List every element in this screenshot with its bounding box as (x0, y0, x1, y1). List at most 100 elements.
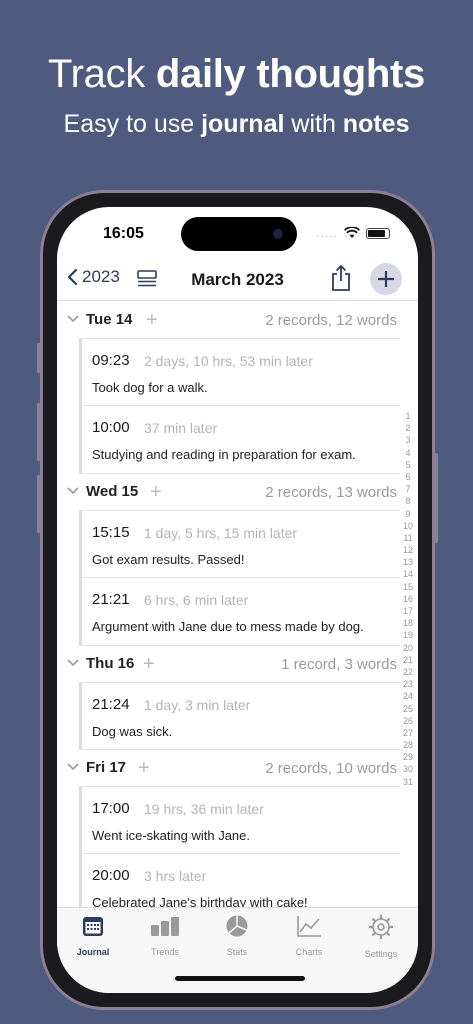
entry-time: 17:00 (92, 800, 130, 817)
index-day-number[interactable]: 22 (399, 666, 417, 678)
day-header[interactable]: Thu 16 +1 record, 3 words (57, 646, 418, 682)
day-summary: 2 records, 13 words (265, 484, 397, 501)
tab-label: Charts (295, 947, 323, 957)
tab-label: Journal (76, 947, 110, 957)
index-day-number[interactable]: 17 (399, 605, 417, 617)
entry-text: Got exam results. Passed! (92, 552, 245, 567)
day-index-bar[interactable]: 1 2 3 4 5 6 7 8 9 10 11 12 13 14 15 16 17 18 19 20 21 22 23 24 2… (399, 410, 417, 788)
home-indicator[interactable] (175, 976, 305, 981)
index-day-number[interactable]: 27 (399, 727, 417, 739)
volume-down-button (37, 475, 41, 533)
entry-text: Celebrated Jane's birthday with cake! (92, 895, 308, 907)
tab-journal[interactable]: Journal (63, 914, 123, 957)
entry-time: 09:23 (92, 352, 130, 369)
promo-subtitle: Easy to use journal with notes (0, 110, 473, 139)
index-day-number[interactable]: 7 (399, 483, 417, 495)
index-day-number[interactable]: 9 (399, 508, 417, 520)
entry-relative-time: 6 hrs, 6 min later (144, 592, 249, 608)
entry-time: 15:15 (92, 524, 130, 541)
entry-row[interactable]: 21:21 6 hrs, 6 min later Argument with Jan… (79, 578, 400, 646)
entry-row[interactable]: 10:00 37 min later Studying and reading in… (79, 406, 400, 474)
promo-sub-mid: with (284, 110, 343, 138)
index-day-number[interactable]: 21 (399, 654, 417, 666)
promo-title-plain: Track (48, 52, 156, 96)
dynamic-island (181, 217, 297, 251)
status-bar: 16:05 ..... (57, 207, 418, 253)
index-day-number[interactable]: 29 (399, 751, 417, 763)
entry-text: Took dog for a walk. (92, 380, 208, 395)
day-header[interactable]: Fri 17 +2 records, 10 words (57, 750, 418, 786)
tab-label: Trends (151, 947, 179, 957)
charts-icon (297, 916, 321, 937)
index-day-number[interactable]: 4 (399, 447, 417, 459)
entry-row[interactable]: 17:00 19 hrs, 36 min later Went ice-skatin… (79, 786, 400, 854)
index-day-number[interactable]: 26 (399, 715, 417, 727)
wifi-icon (344, 227, 360, 238)
index-day-number[interactable]: 8 (399, 495, 417, 507)
index-day-number[interactable]: 23 (399, 678, 417, 690)
camera-icon (273, 229, 283, 239)
tab-charts[interactable]: Charts (279, 914, 339, 957)
index-day-number[interactable]: 19 (399, 629, 417, 641)
entry-relative-time: 1 day, 5 hrs, 15 min later (144, 525, 298, 541)
index-day-number[interactable]: 31 (399, 776, 417, 788)
tab-trends[interactable]: Trends (135, 914, 195, 957)
settings-icon (369, 915, 393, 939)
share-icon[interactable] (330, 264, 352, 292)
status-time: 16:05 (103, 225, 144, 242)
day-summary: 2 records, 12 words (265, 312, 397, 329)
add-day-entry-icon[interactable]: + (150, 482, 162, 502)
tab-bar: Journal Trends Stats Charts Settings (57, 907, 418, 993)
index-day-number[interactable]: 11 (399, 532, 417, 544)
index-day-number[interactable]: 18 (399, 617, 417, 629)
index-day-number[interactable]: 3 (399, 434, 417, 446)
index-day-number[interactable]: 14 (399, 568, 417, 580)
tab-label: Settings (364, 949, 398, 959)
journal-list[interactable]: Tue 14 +2 records, 12 words 09:23 2 days, 1… (57, 302, 418, 907)
add-day-entry-icon[interactable]: + (138, 758, 150, 778)
trends-icon (151, 917, 179, 936)
entry-relative-time: 37 min later (144, 420, 218, 436)
index-day-number[interactable]: 13 (399, 556, 417, 568)
phone-screen: 16:05 ..... 2023 March 2023 Tue 14 + 2 r… (57, 207, 418, 993)
index-day-number[interactable]: 10 (399, 520, 417, 532)
index-day-number[interactable]: 12 (399, 544, 417, 556)
add-entry-button[interactable] (370, 263, 402, 295)
day-header[interactable]: Wed 15 +2 records, 13 words (57, 474, 418, 510)
day-label: Tue 14 (86, 311, 133, 328)
index-day-number[interactable]: 25 (399, 703, 417, 715)
add-day-entry-icon[interactable]: + (143, 654, 155, 674)
tab-label: Stats (226, 947, 248, 957)
chevron-down-icon[interactable] (67, 487, 79, 495)
index-day-number[interactable]: 1 (399, 410, 417, 422)
entry-row[interactable]: 15:15 1 day, 5 hrs, 15 min later Got exam … (79, 510, 400, 578)
tab-settings[interactable]: Settings (351, 914, 411, 959)
day-label: Wed 15 (86, 483, 139, 500)
index-day-number[interactable]: 6 (399, 471, 417, 483)
nav-bar: 2023 March 2023 (57, 259, 418, 301)
add-day-entry-icon[interactable]: + (146, 310, 158, 330)
index-day-number[interactable]: 16 (399, 593, 417, 605)
entry-row[interactable]: 20:00 3 hrs later Celebrated Jane's birthd… (79, 854, 400, 907)
entry-row[interactable]: 09:23 2 days, 10 hrs, 53 min later Took do… (79, 338, 400, 406)
index-day-number[interactable]: 28 (399, 739, 417, 751)
chevron-down-icon[interactable] (67, 763, 79, 771)
index-day-number[interactable]: 20 (399, 642, 417, 654)
day-header[interactable]: Tue 14 +2 records, 12 words (57, 302, 418, 338)
chevron-down-icon[interactable] (67, 315, 79, 323)
index-day-number[interactable]: 2 (399, 422, 417, 434)
chevron-down-icon[interactable] (67, 659, 79, 667)
entry-time: 21:24 (92, 696, 130, 713)
page-title: March 2023 (191, 270, 284, 289)
entry-relative-time: 1 day, 3 min later (144, 697, 251, 713)
tab-stats[interactable]: Stats (207, 914, 267, 957)
signal-dots: ..... (316, 226, 338, 240)
index-day-number[interactable]: 15 (399, 581, 417, 593)
index-day-number[interactable]: 30 (399, 763, 417, 775)
entry-row[interactable]: 21:24 1 day, 3 min later Dog was sick. (79, 682, 400, 750)
entry-text: Dog was sick. (92, 724, 173, 739)
index-day-number[interactable]: 24 (399, 690, 417, 702)
promo-title: Track daily thoughts (0, 52, 473, 97)
promo-sub-plain: Easy to use (63, 110, 202, 138)
index-day-number[interactable]: 5 (399, 459, 417, 471)
